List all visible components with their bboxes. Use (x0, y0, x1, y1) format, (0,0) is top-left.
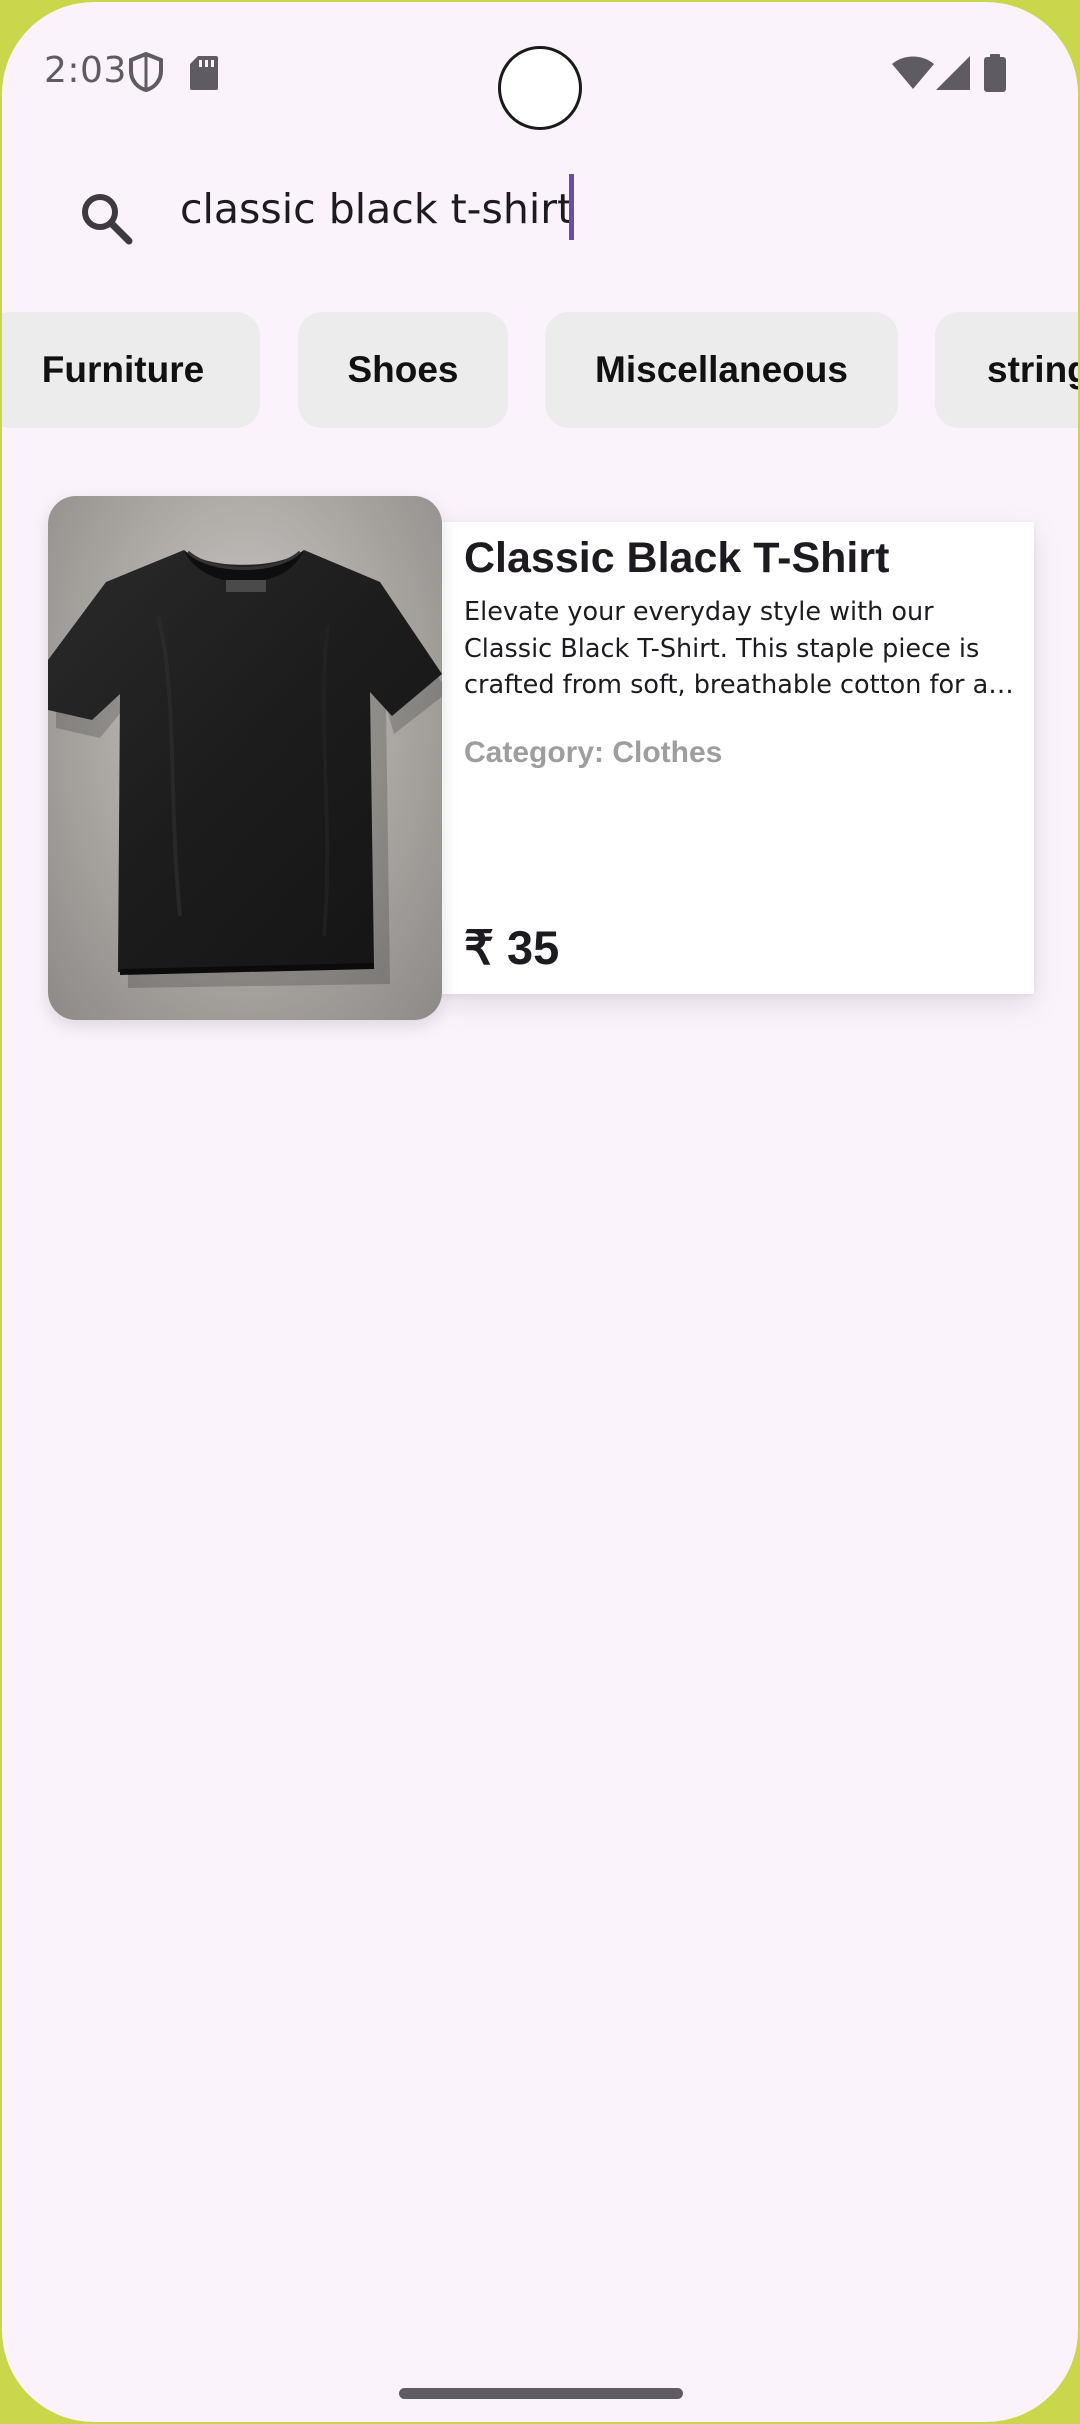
search-bar (2, 152, 1078, 262)
search-input[interactable] (180, 174, 1020, 244)
product-price: ₹ 35 (464, 921, 560, 974)
product-card[interactable]: Classic Black T-Shirt Elevate your every… (48, 496, 1034, 1020)
text-cursor (569, 174, 574, 240)
phone-screen: 2:03 classic black t-shirt Furniture Sho… (2, 2, 1078, 2422)
chip-shoes[interactable]: Shoes (298, 312, 508, 428)
category-chips: Furniture Shoes Miscellaneous string (2, 312, 1078, 428)
wifi-icon (892, 56, 934, 89)
tshirt-image-icon (48, 550, 442, 988)
battery-icon (984, 54, 1006, 92)
product-category: Category: Clothes (464, 736, 723, 769)
cellular-signal-icon (936, 56, 970, 90)
sd-card-icon (190, 56, 218, 90)
search-icon[interactable] (78, 190, 134, 246)
front-camera (498, 46, 582, 130)
status-bar: 2:03 (2, 2, 1078, 142)
shield-icon (129, 52, 163, 92)
product-title: Classic Black T-Shirt (464, 534, 890, 582)
chip-furniture[interactable]: Furniture (2, 312, 260, 428)
product-description: Elevate your everyday style with our Cla… (464, 597, 1012, 700)
chip-miscellaneous[interactable]: Miscellaneous (545, 312, 898, 428)
status-time: 2:03 (44, 50, 127, 91)
product-image[interactable] (48, 496, 442, 1020)
gesture-nav-handle[interactable] (399, 2388, 683, 2399)
chip-string[interactable]: string (935, 312, 1078, 428)
